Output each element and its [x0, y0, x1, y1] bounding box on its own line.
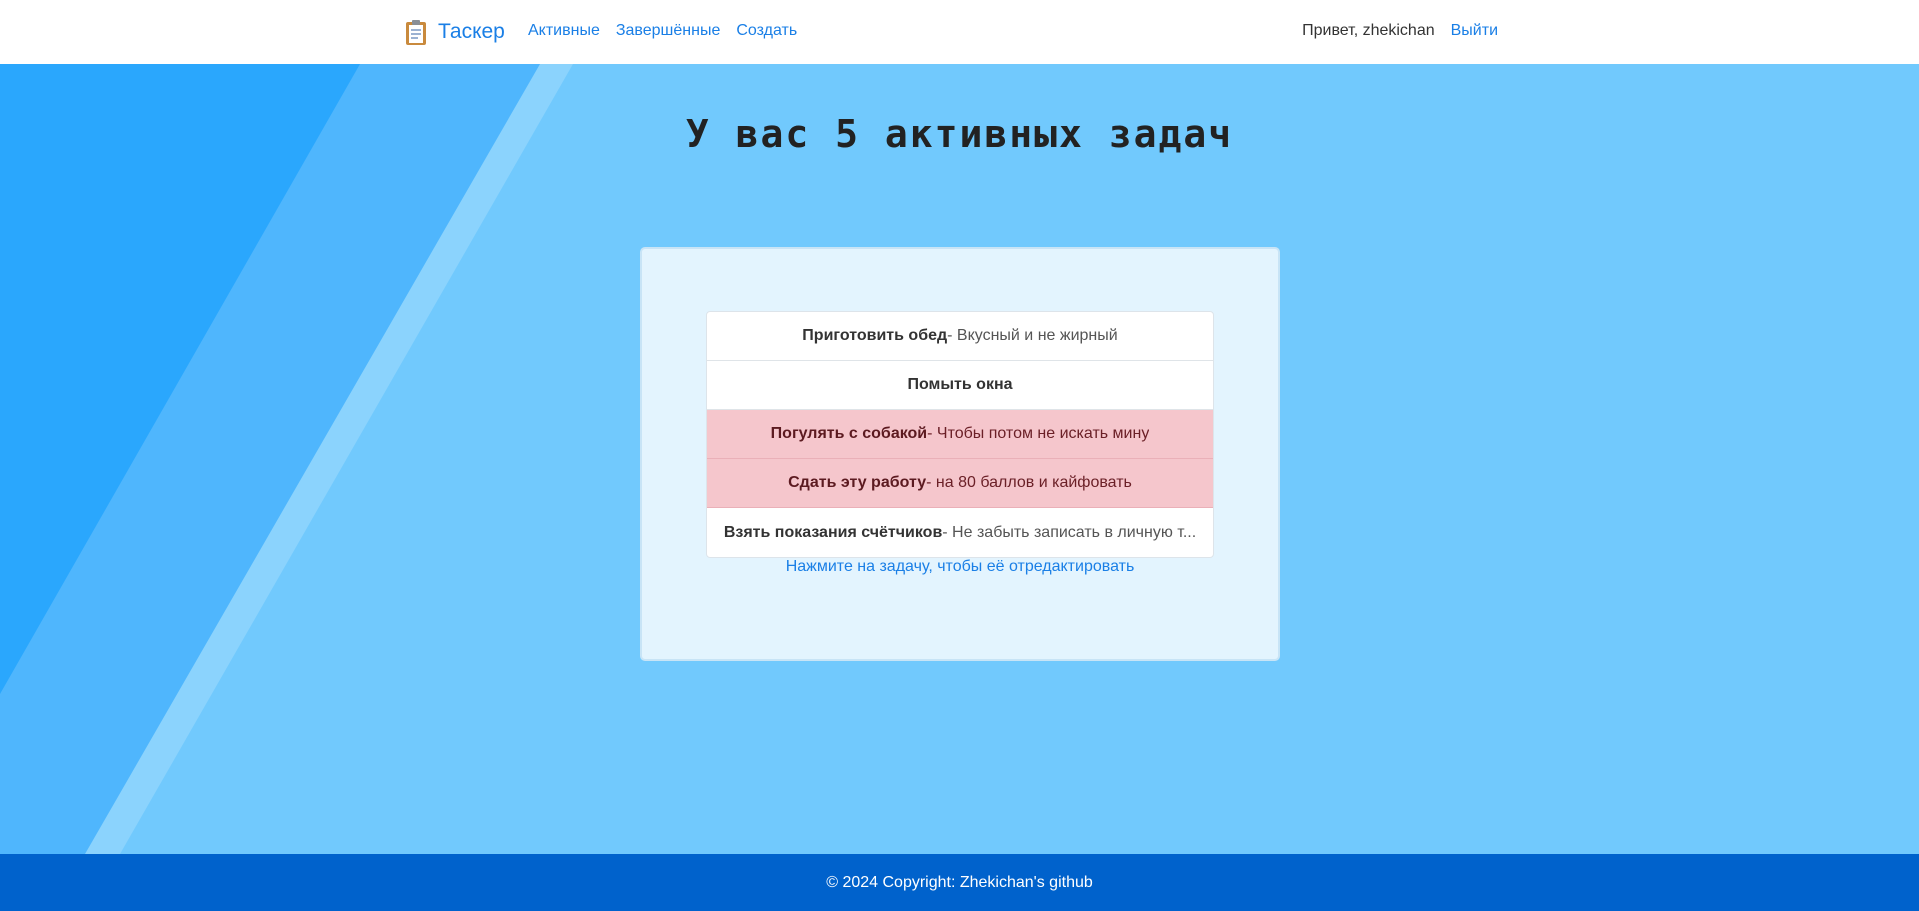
brand-label: Таскер	[438, 20, 505, 43]
navbar: Таскер Активные Завершённые Создать Прив…	[0, 0, 1919, 64]
task-item-overdue[interactable]: Сдать эту работу - на 80 баллов и кайфов…	[707, 459, 1213, 508]
task-title: Погулять с собакой	[770, 425, 928, 442]
user-greeting: Привет, zhekichan	[1302, 22, 1435, 39]
main-area: У вас 5 активных задач Приготовить обед …	[0, 64, 1919, 854]
task-item[interactable]: Помыть окна	[707, 361, 1213, 410]
clipboard-icon	[404, 18, 428, 46]
edit-hint-link[interactable]: Нажмите на задачу, чтобы её отредактиров…	[642, 558, 1278, 576]
task-description: - Чтобы потом не искать мину	[927, 425, 1150, 442]
page-title: У вас 5 активных задач	[685, 112, 1234, 156]
task-description: - Вкусный и не жирный	[947, 327, 1118, 344]
task-description: - на 80 баллов и кайфовать	[926, 474, 1132, 491]
task-description: - Не забыть записать в личную т...	[942, 523, 1197, 541]
user-area: Привет, zhekichan Выйти	[1302, 22, 1498, 40]
nav-link-active[interactable]: Активные	[528, 22, 600, 40]
task-item[interactable]: Взять показания счётчиков - Не забыть за…	[707, 508, 1213, 557]
nav-links: Активные Завершённые Создать	[528, 22, 797, 40]
task-item[interactable]: Приготовить обед - Вкусный и не жирный	[707, 312, 1213, 361]
task-title: Приготовить обед	[802, 327, 948, 344]
tasks-card: Приготовить обед - Вкусный и не жирный П…	[640, 247, 1280, 661]
logout-link[interactable]: Выйти	[1451, 22, 1498, 40]
task-title: Помыть окна	[907, 376, 1013, 393]
nav-link-completed[interactable]: Завершённые	[616, 22, 720, 40]
task-title: Взять показания счётчиков	[723, 523, 943, 541]
task-list: Приготовить обед - Вкусный и не жирный П…	[706, 311, 1214, 558]
nav-link-create[interactable]: Создать	[736, 22, 797, 40]
task-title: Сдать эту работу	[788, 474, 927, 491]
footer: © 2024 Copyright: Zhekichan's github	[0, 854, 1919, 911]
brand-link[interactable]: Таскер	[404, 18, 505, 46]
task-item-overdue[interactable]: Погулять с собакой - Чтобы потом не иска…	[707, 410, 1213, 459]
footer-copyright[interactable]: © 2024 Copyright: Zhekichan's github	[826, 874, 1093, 892]
